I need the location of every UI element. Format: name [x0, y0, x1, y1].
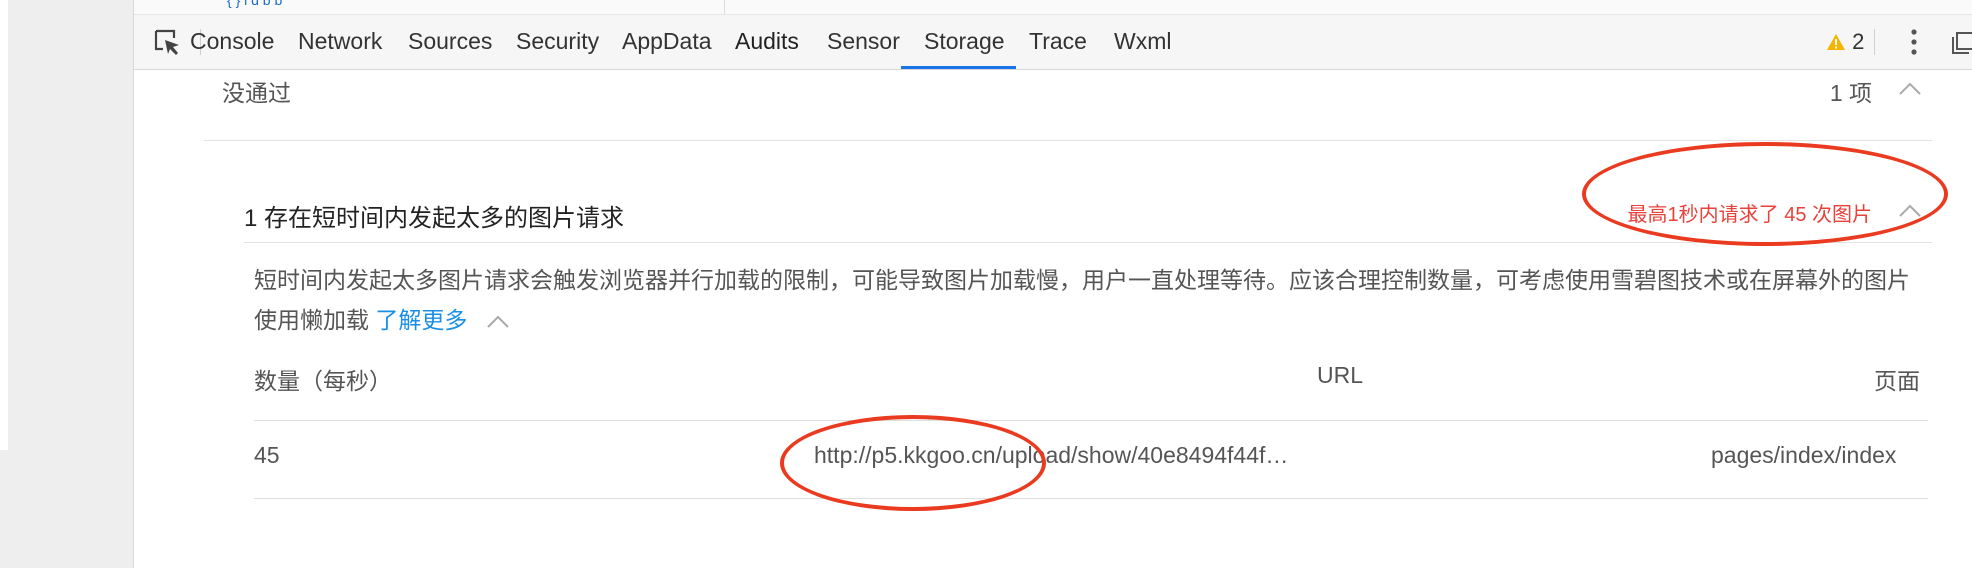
row-count: 45 — [254, 442, 280, 468]
more-options-icon[interactable] — [1910, 29, 1918, 55]
tab-trace[interactable]: Trace — [1029, 15, 1087, 69]
chevron-up-icon[interactable] — [1898, 82, 1922, 96]
warnings-counter[interactable]: 2 — [1826, 15, 1864, 69]
dock-side-icon[interactable] — [1952, 32, 1972, 54]
tab-sensor[interactable]: Sensor — [827, 15, 900, 69]
tab-security[interactable]: Security — [516, 15, 599, 69]
warning-triangle-icon — [1827, 34, 1845, 50]
top-strip-fragment: { } i d b b — [227, 0, 283, 8]
chevron-up-icon[interactable] — [486, 315, 510, 329]
toolbar-separator — [1874, 29, 1875, 55]
tab-console[interactable]: Console — [190, 15, 274, 69]
tab-appdata[interactable]: AppData — [622, 15, 712, 69]
row-page: pages/index/index — [1711, 442, 1897, 468]
issue-header[interactable]: 1 存在短时间内发起太多的图片请求 最高1秒内请求了 45 次图片 — [244, 174, 1932, 243]
tab-sources[interactable]: Sources — [408, 15, 492, 69]
tab-audits[interactable]: Audits — [735, 15, 799, 69]
left-gutter — [0, 0, 134, 568]
column-header-url: URL — [1317, 362, 1364, 388]
devtools-tabbar: Console Network Sources Security AppData… — [134, 15, 1972, 70]
issue-description: 短时间内发起太多图片请求会触发浏览器并行加载的限制，可能导致图片加载慢，用户一直… — [254, 260, 1914, 340]
top-strip-divider — [724, 0, 725, 14]
learn-more-link[interactable]: 了解更多 — [375, 307, 467, 333]
table-header-divider — [254, 420, 1928, 421]
issue-title: 1 存在短时间内发起太多的图片请求 — [244, 205, 625, 232]
tab-network[interactable]: Network — [298, 15, 382, 69]
top-strip: { } i d b b — [134, 0, 1972, 15]
table-row-divider — [254, 498, 1928, 499]
warnings-count: 2 — [1852, 29, 1865, 54]
failed-label: 没通过 — [222, 80, 291, 106]
failed-count: 1 项 — [1829, 80, 1872, 106]
left-gutter-inner — [0, 0, 8, 450]
row-url[interactable]: http://p5.kkgoo.cn/upload/show/40e8494f4… — [814, 442, 1288, 469]
inspect-element-icon[interactable] — [152, 27, 182, 57]
failed-section-header[interactable]: 没通过 1 项 — [204, 70, 1932, 141]
tab-storage[interactable]: Storage — [924, 15, 1005, 69]
chevron-up-icon[interactable] — [1898, 204, 1922, 218]
column-header-page: 页面 — [1874, 368, 1920, 394]
active-tab-indicator — [901, 66, 1016, 69]
audits-panel: 没通过 1 项 1 存在短时间内发起太多的图片请求 最高1秒内请求了 45 次图… — [134, 70, 1972, 568]
tab-wxml[interactable]: Wxml — [1114, 15, 1171, 69]
issue-summary: 最高1秒内请求了 45 次图片 — [1627, 204, 1872, 226]
column-header-count: 数量（每秒） — [254, 368, 392, 394]
